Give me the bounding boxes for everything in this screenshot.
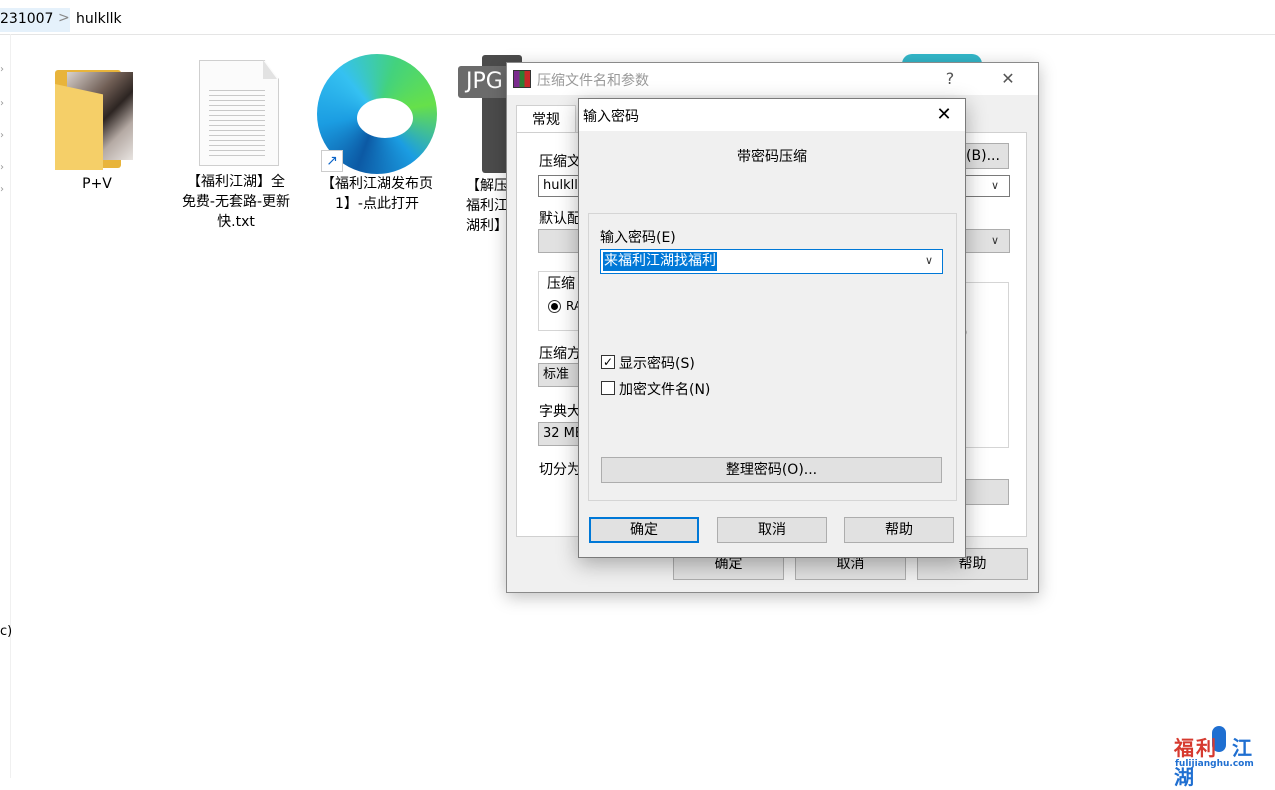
password-input[interactable]: 来福利江湖找福利 ∨ bbox=[600, 249, 943, 274]
breadcrumb: 231007 > hulkllk bbox=[0, 8, 1275, 32]
password-value: 来福利江湖找福利 bbox=[603, 252, 717, 271]
address-bar[interactable]: 231007 > hulkllk bbox=[0, 0, 1275, 35]
show-password-checkbox[interactable]: ✓ bbox=[601, 355, 615, 369]
close-icon[interactable]: ✕ bbox=[991, 67, 1025, 91]
text-file-icon bbox=[181, 60, 291, 170]
password-help-button[interactable]: 帮助 bbox=[844, 517, 954, 543]
password-label: 输入密码(E) bbox=[600, 230, 676, 246]
nav-expand-icon[interactable]: › bbox=[0, 130, 4, 141]
watermark-domain: fulijianghu.com bbox=[1175, 759, 1254, 769]
default-profile-label: 默认配 bbox=[539, 211, 581, 227]
edge-browser-icon: ↗ bbox=[317, 54, 437, 174]
breadcrumb-separator-icon[interactable]: > bbox=[58, 10, 70, 26]
help-icon[interactable]: ? bbox=[933, 67, 967, 91]
compression-method-label: 压缩方 bbox=[539, 346, 581, 362]
breadcrumb-item-parent[interactable]: 231007 bbox=[0, 11, 53, 27]
format-rar-radio[interactable] bbox=[548, 300, 561, 313]
nav-expand-icon[interactable]: › bbox=[0, 162, 4, 173]
password-dialog-titlebar[interactable]: 输入密码 ✕ bbox=[579, 99, 965, 131]
nav-expand-icon[interactable]: › bbox=[0, 64, 4, 75]
nav-item-fragment[interactable]: c) bbox=[0, 624, 12, 639]
nav-expand-icon[interactable]: › bbox=[0, 98, 4, 109]
file-label: 【福利江湖发布页1】-点此打开 bbox=[321, 176, 433, 212]
folder-icon bbox=[55, 64, 139, 170]
password-dialog-heading: 带密码压缩 bbox=[737, 149, 807, 165]
archive-name-label: 压缩文 bbox=[539, 154, 581, 170]
password-cancel-button[interactable]: 取消 bbox=[717, 517, 827, 543]
dictionary-size-label: 字典大 bbox=[539, 404, 581, 420]
archive-dialog-title: 压缩文件名和参数 bbox=[537, 73, 649, 89]
navigation-pane[interactable]: › › › › › c) bbox=[0, 34, 12, 778]
file-item-folder[interactable]: P+V bbox=[42, 64, 152, 194]
organize-passwords-button[interactable]: 整理密码(O)... bbox=[601, 457, 942, 483]
password-ok-button[interactable]: 确定 bbox=[589, 517, 699, 543]
close-icon[interactable]: ✕ bbox=[929, 103, 959, 127]
tab-general[interactable]: 常规 bbox=[516, 105, 576, 134]
file-item-shortcut[interactable]: ↗ 【福利江湖发布页1】-点此打开 bbox=[317, 54, 437, 214]
password-dialog: 输入密码 ✕ 带密码压缩 输入密码(E) 来福利江湖找福利 ∨ ✓ 显示密码(S… bbox=[578, 98, 966, 558]
password-dialog-title: 输入密码 bbox=[583, 109, 639, 125]
file-label: 【福利江湖】全免费-无套路-更新快.txt bbox=[181, 174, 291, 230]
winrar-icon bbox=[513, 70, 531, 88]
show-password-label: 显示密码(S) bbox=[619, 356, 695, 372]
encrypt-filenames-label: 加密文件名(N) bbox=[619, 382, 711, 398]
file-item-txt[interactable]: 【福利江湖】全免费-无套路-更新快.txt bbox=[181, 60, 291, 232]
file-label: P+V bbox=[82, 176, 112, 192]
chevron-down-icon[interactable]: ∨ bbox=[991, 179, 999, 192]
chevron-down-icon[interactable]: ∨ bbox=[925, 254, 933, 267]
archive-format-label: 压缩 bbox=[547, 276, 575, 292]
nav-expand-icon[interactable]: › bbox=[0, 184, 4, 195]
breadcrumb-item-current[interactable]: hulkllk bbox=[76, 11, 122, 27]
watermark-logo: 福利 江湖 fulijianghu.com bbox=[1174, 726, 1274, 789]
archive-dialog-titlebar[interactable]: 压缩文件名和参数 ? ✕ bbox=[507, 63, 1038, 95]
split-volumes-label: 切分为 bbox=[539, 462, 581, 478]
chevron-down-icon[interactable]: ∨ bbox=[991, 234, 999, 247]
encrypt-filenames-checkbox[interactable] bbox=[601, 381, 615, 395]
shortcut-arrow-icon: ↗ bbox=[321, 150, 343, 172]
file-label[interactable]: 【解压福利江湖利】 bbox=[466, 176, 508, 238]
